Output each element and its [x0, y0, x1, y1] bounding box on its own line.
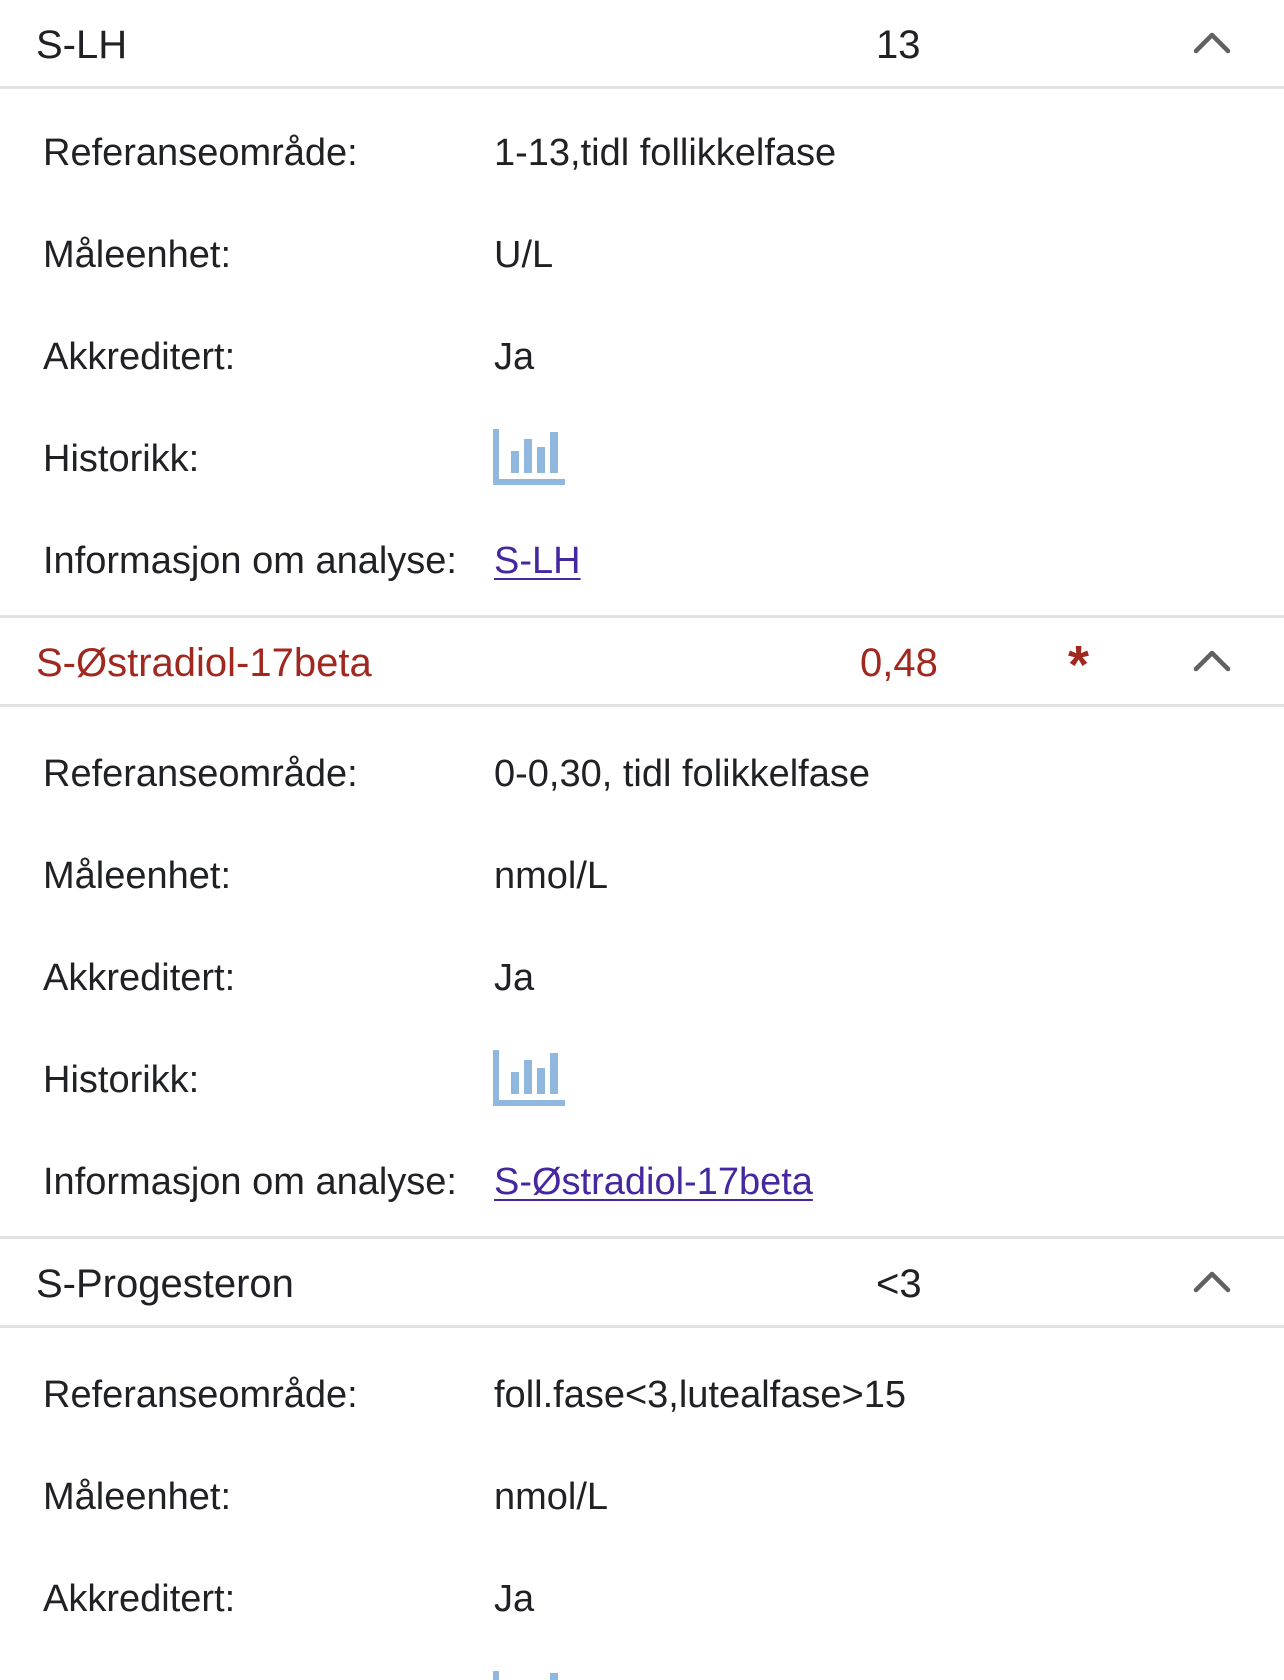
- reference-value: foll.fase<3,lutealfase>15: [494, 1374, 906, 1416]
- chevron-up-icon[interactable]: [1193, 648, 1231, 672]
- reference-label: Referanseområde:: [43, 1374, 358, 1416]
- reference-label: Referanseområde:: [43, 753, 358, 795]
- bar-chart-icon[interactable]: [493, 429, 565, 485]
- accredited-label: Akkreditert:: [43, 336, 236, 378]
- unit-label: Måleenhet:: [43, 1476, 232, 1518]
- accredited-value: Ja: [494, 1578, 535, 1620]
- result-value: 13: [876, 23, 921, 67]
- abnormal-flag: *: [1068, 635, 1090, 695]
- history-label: Historikk:: [43, 438, 200, 480]
- unit-label: Måleenhet:: [43, 234, 232, 276]
- result-header-s-lh[interactable]: S-LH 13: [0, 0, 1284, 89]
- chevron-up-icon[interactable]: [1193, 30, 1231, 54]
- result-name: S-Progesteron: [36, 1262, 294, 1306]
- accredited-label: Akkreditert:: [43, 1578, 236, 1620]
- bar-chart-icon[interactable]: [493, 1671, 565, 1680]
- reference-label: Referanseområde:: [43, 132, 358, 174]
- result-name: S-LH: [36, 23, 128, 67]
- analysis-info-link[interactable]: S-Østradiol-17beta: [494, 1160, 813, 1204]
- reference-value: 0-0,30, tidl folikkelfase: [494, 753, 870, 795]
- info-label: Informasjon om analyse:: [43, 540, 457, 582]
- history-label: Historikk:: [43, 1059, 200, 1101]
- unit-value: nmol/L: [494, 855, 609, 897]
- unit-label: Måleenhet:: [43, 855, 232, 897]
- unit-value: U/L: [494, 234, 554, 276]
- accredited-value: Ja: [494, 957, 535, 999]
- analysis-info-link[interactable]: S-LH: [494, 539, 581, 583]
- accredited-value: Ja: [494, 336, 535, 378]
- result-name: S-Østradiol-17beta: [36, 641, 372, 685]
- accredited-label: Akkreditert:: [43, 957, 236, 999]
- info-label: Informasjon om analyse:: [43, 1161, 457, 1203]
- result-header-s-ostradiol-17beta[interactable]: S-Østradiol-17beta 0,48 *: [0, 615, 1284, 707]
- lab-results-list: S-LH 13 Referanseområde: 1-13,tidl folli…: [0, 0, 1284, 1680]
- result-header-s-progesteron[interactable]: S-Progesteron <3: [0, 1236, 1284, 1328]
- reference-value: 1-13,tidl follikkelfase: [494, 132, 837, 174]
- chevron-up-icon[interactable]: [1193, 1269, 1231, 1293]
- result-value: 0,48: [860, 641, 938, 685]
- bar-chart-icon[interactable]: [493, 1050, 565, 1106]
- unit-value: nmol/L: [494, 1476, 609, 1518]
- result-value: <3: [876, 1262, 922, 1306]
